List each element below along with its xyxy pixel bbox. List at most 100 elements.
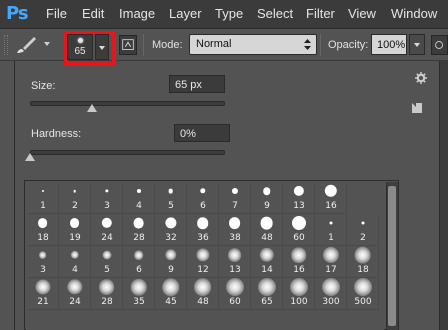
brush-preset-item[interactable]: 17 [315,246,347,278]
menu-edit[interactable]: Edit [82,6,104,22]
brush-size-label: 18 [37,233,49,243]
brush-size-label: 28 [133,233,145,243]
menu-type[interactable]: Type [215,6,243,22]
brush-preset-item[interactable]: 18 [27,214,59,246]
gear-icon[interactable] [415,72,427,84]
brush-preset-item[interactable]: 2 [347,214,379,246]
new-preset-icon[interactable] [412,103,422,113]
brush-panel-toggle-icon[interactable] [119,35,137,55]
brush-preset-item[interactable]: 1 [315,214,347,246]
menu-view[interactable]: View [348,6,376,22]
brush-preset-item[interactable]: 32 [155,214,187,246]
brush-preset-item[interactable]: 19 [59,214,91,246]
brush-preset-item[interactable]: 16 [283,246,315,278]
brush-tip-icon [262,187,271,195]
brush-preset-item[interactable]: 100 [283,278,315,310]
brush-tip-icon [133,250,144,260]
brush-preset-item[interactable]: 16 [315,182,347,214]
brush-preset-item[interactable]: 28 [91,278,123,310]
brush-tool-icon[interactable] [14,35,38,55]
brush-preset-item[interactable]: 7 [219,182,251,214]
brush-tip-icon [321,278,340,296]
brush-tip-icon [353,278,372,296]
brush-tip-icon [102,250,111,260]
brush-preset-item[interactable]: 5 [91,246,123,278]
brush-tip-icon [324,184,337,198]
brush-size-label: 2 [72,201,78,211]
tablet-pressure-icon[interactable] [431,35,448,55]
brush-size-label: 17 [325,265,337,275]
brush-preset-item[interactable]: 2 [59,182,91,214]
brush-preset-item[interactable]: 24 [91,214,123,246]
toolbar-grip[interactable] [4,35,8,55]
brush-size-label: 2 [360,233,366,243]
brush-preset-item[interactable]: 500 [347,278,379,310]
brush-preset-item[interactable]: 36 [187,214,219,246]
brush-preset-item[interactable]: 35 [123,278,155,310]
hardness-slider[interactable] [30,150,225,155]
brush-preset-picker[interactable]: 65 [67,34,93,60]
brush-preset-item[interactable]: 3 [91,182,123,214]
brush-tip-icon [136,189,141,193]
hardness-label: Hardness: [31,128,82,140]
brush-size-label: 9 [264,201,270,211]
scrollbar-thumb[interactable] [388,186,396,326]
brush-preset-item[interactable]: 18 [347,246,379,278]
opacity-dropdown[interactable] [409,34,425,55]
mode-value: Normal [196,38,232,50]
brush-tip-icon [78,38,83,43]
size-input[interactable]: 65 px [169,75,225,93]
brush-tip-icon [38,251,47,259]
hardness-slider-thumb[interactable] [25,153,35,161]
brush-size-label: 60 [293,233,305,243]
brush-preset-item[interactable]: 6 [187,182,219,214]
menu-file[interactable]: File [46,6,67,22]
mode-select[interactable]: Normal [189,34,317,55]
brush-tip-icon [227,248,242,262]
brush-preset-item[interactable]: 9 [155,246,187,278]
brush-preset-item[interactable]: 38 [219,214,251,246]
brush-preset-item[interactable]: 13 [219,246,251,278]
menu-filter[interactable]: Filter [306,6,335,22]
hardness-input[interactable]: 0% [174,124,230,142]
brush-tip-icon [101,217,112,229]
brush-preset-item[interactable]: 60 [283,214,315,246]
brush-preset-item[interactable]: 24 [59,278,91,310]
brush-tip-icon [195,248,210,262]
size-slider-thumb[interactable] [87,104,97,112]
brush-tip-icon [259,247,274,263]
brush-tip-icon [34,279,51,295]
separator [320,34,321,56]
brush-preset-item[interactable]: 45 [155,278,187,310]
brush-preset-item[interactable]: 4 [59,246,91,278]
opacity-input[interactable]: 100% [371,34,407,55]
brush-preset-item[interactable]: 300 [315,278,347,310]
brush-preset-item[interactable]: 1 [27,182,59,214]
brush-preset-dropdown[interactable] [95,34,109,60]
brush-preset-item[interactable]: 28 [123,214,155,246]
brush-preset-item[interactable]: 14 [251,246,283,278]
brush-preset-item[interactable]: 21 [27,278,59,310]
brush-preset-item[interactable]: 9 [251,182,283,214]
brush-preset-item[interactable]: 48 [187,278,219,310]
brush-tip-icon [354,246,371,264]
brush-preset-item[interactable]: 12 [187,246,219,278]
brush-preset-item[interactable]: 13 [283,182,315,214]
tool-preset-arrow-icon[interactable] [44,42,50,46]
brush-preset-item[interactable]: 60 [219,278,251,310]
brush-tip-icon [168,188,173,194]
brush-preset-item[interactable]: 65 [251,278,283,310]
brush-preset-item[interactable]: 3 [27,246,59,278]
brush-tip-icon [41,190,44,192]
brush-preset-item[interactable]: 48 [251,214,283,246]
brush-preset-item[interactable]: 4 [123,182,155,214]
brush-size-label: 36 [197,233,209,243]
size-slider[interactable] [30,101,225,106]
menu-image[interactable]: Image [119,6,155,22]
menu-window[interactable]: Window [391,6,437,22]
brush-preset-item[interactable]: 6 [123,246,155,278]
menu-select[interactable]: Select [257,6,293,22]
brush-preset-item[interactable]: 5 [155,182,187,214]
menu-layer[interactable]: Layer [169,6,202,22]
brush-size-label: 3 [40,265,46,275]
